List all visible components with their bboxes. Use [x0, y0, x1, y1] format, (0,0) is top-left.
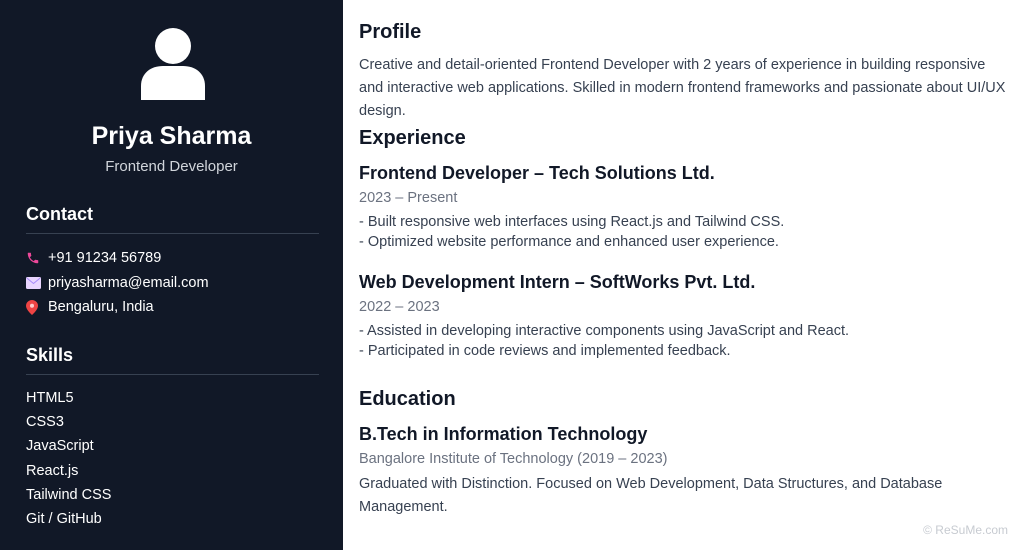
job-bullet: - Assisted in developing interactive com…: [359, 323, 850, 339]
skill-item: CSS3: [26, 414, 64, 431]
skill-item: Git / GitHub: [26, 511, 102, 528]
job-bullet: - Participated in code reviews and imple…: [359, 343, 731, 359]
skill-item: React.js: [26, 462, 79, 479]
envelope-icon: [26, 276, 48, 289]
contact-location: Bengaluru, India: [26, 295, 209, 320]
degree-title: B.Tech in Information Technology: [359, 424, 648, 444]
job-bullet: - Optimized website performance and enha…: [359, 234, 779, 250]
resume-main: Profile Creative and detail-oriented Fro…: [359, 0, 1009, 550]
job-dates: 2022 – 2023: [359, 299, 440, 315]
email-text[interactable]: priyasharma@email.com: [48, 275, 209, 291]
contact-heading: Contact: [26, 204, 319, 234]
skill-item: HTML5: [26, 390, 74, 407]
phone-icon: [26, 251, 48, 265]
job-bullets: - Built responsive web interfaces using …: [359, 212, 784, 252]
footer-credit: © ReSuMe.com: [923, 523, 1008, 537]
sidebar: Priya Sharma Frontend Developer Contact …: [0, 0, 343, 550]
profile-role: Frontend Developer: [105, 158, 238, 175]
education-note: Graduated with Distinction. Focused on W…: [359, 476, 943, 515]
job-title: Web Development Intern – SoftWorks Pvt. …: [359, 272, 756, 292]
user-avatar-icon: [141, 28, 205, 100]
profile-summary: Creative and detail-oriented Frontend De…: [359, 57, 1006, 119]
job-dates: 2023 – Present: [359, 190, 458, 206]
location-pin-icon: [26, 299, 48, 315]
skill-item: Tailwind CSS: [26, 486, 112, 503]
profile-heading: Profile: [359, 21, 422, 43]
skills-heading: Skills: [26, 345, 319, 375]
phone-text[interactable]: +91 91234 56789: [48, 250, 161, 266]
job-bullets: - Assisted in developing interactive com…: [359, 321, 849, 361]
job-title: Frontend Developer – Tech Solutions Ltd.: [359, 163, 715, 183]
location-text: Bengaluru, India: [48, 299, 154, 316]
profile-name: Priya Sharma: [91, 122, 252, 150]
skills-list: HTML5 CSS3 JavaScript React.js Tailwind …: [26, 386, 111, 531]
experience-heading: Experience: [359, 127, 466, 149]
skill-item: JavaScript: [26, 438, 94, 455]
school-name: Bangalore Institute of Technology (2019 …: [359, 451, 668, 467]
contact-email: priyasharma@email.com: [26, 271, 209, 296]
contact-list: +91 91234 56789 priyasharma@email.com Be…: [26, 246, 209, 320]
education-heading: Education: [359, 388, 456, 410]
job-bullet: - Built responsive web interfaces using …: [359, 214, 785, 230]
contact-phone: +91 91234 56789: [26, 246, 209, 271]
